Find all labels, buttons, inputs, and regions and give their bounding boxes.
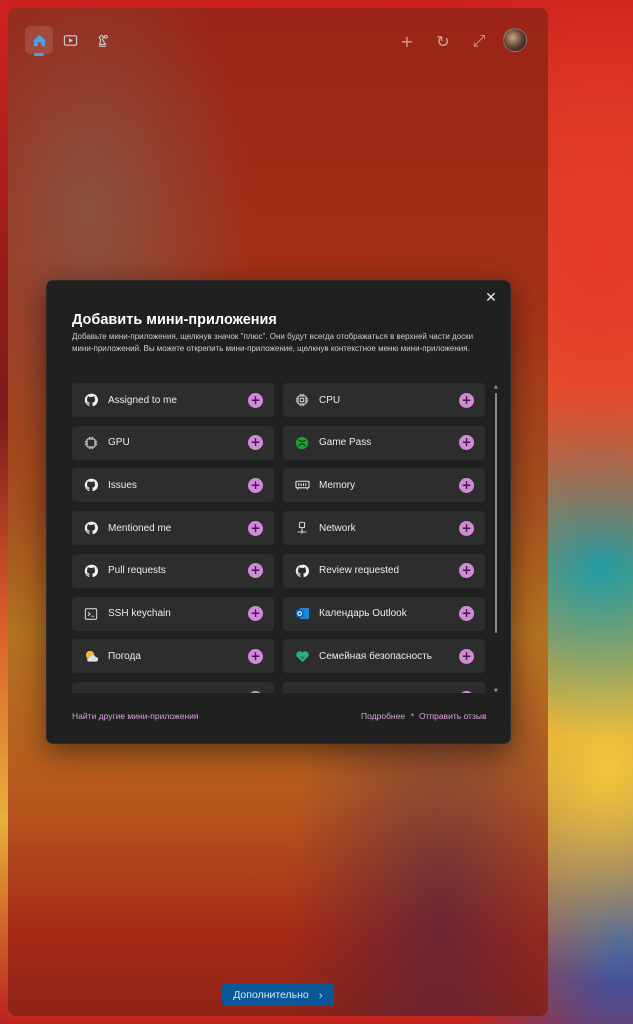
expand-button[interactable]: ⤢ <box>468 30 490 52</box>
widget-tile-label: Семейная безопасность <box>319 650 432 662</box>
widget-tile-label: SSH keychain <box>108 608 171 619</box>
widget-tile-label: Календарь Outlook <box>319 608 407 619</box>
find-more-link[interactable]: Найти другие мини-приложения <box>72 711 198 721</box>
widget-tile[interactable]: Погода + <box>72 639 274 674</box>
desktop-edge <box>0 0 8 1024</box>
add-widget-plus-icon[interactable]: + <box>459 392 474 408</box>
widget-tile[interactable]: Issues + <box>72 468 274 503</box>
github-icon <box>83 392 99 408</box>
widget-tile-label: Review requested <box>319 565 400 577</box>
widget-tile-label: Issues <box>108 479 137 491</box>
widget-tile-label: Pull requests <box>108 565 166 577</box>
add-widget-plus-icon[interactable]: + <box>248 520 263 536</box>
scroll-down-icon[interactable]: ▼ <box>494 689 498 694</box>
footer-separator: • <box>410 711 416 721</box>
add-widget-plus-icon[interactable]: + <box>459 691 474 693</box>
github-icon <box>83 563 99 579</box>
memory-icon <box>294 477 310 493</box>
add-icon: + <box>400 31 414 51</box>
expand-icon: ⤢ <box>472 31 486 50</box>
add-widget-plus-icon[interactable]: + <box>459 648 474 664</box>
add-widget-plus-icon[interactable]: + <box>459 477 474 493</box>
partial-icon <box>83 691 99 693</box>
widget-tile[interactable]: GPU + <box>72 425 274 460</box>
dialog-description: Добавьте мини-приложения, щелкнув значок… <box>72 332 474 353</box>
add-widget-button[interactable]: + <box>396 30 418 52</box>
widget-list: Assigned to me + CPU + GPU + Game Pass + Issues +… <box>72 383 502 693</box>
widget-tile-label: Погода <box>108 650 141 662</box>
widget-tile[interactable]: Network + <box>283 511 485 546</box>
widget-tile[interactable]: + <box>72 681 274 693</box>
add-widget-plus-icon[interactable]: + <box>248 392 263 408</box>
widget-tile-label: Network <box>319 522 356 534</box>
refresh-button[interactable]: ↻ <box>432 30 454 52</box>
avatar[interactable] <box>503 28 527 52</box>
board-toolbar: + ↻ ⤢ <box>8 8 548 68</box>
add-widget-plus-icon[interactable]: + <box>248 691 263 693</box>
home-icon <box>33 34 45 46</box>
outlook-icon <box>294 606 310 622</box>
add-widget-plus-icon[interactable]: + <box>459 520 474 536</box>
network-icon <box>294 520 310 536</box>
add-widget-plus-icon[interactable]: + <box>248 606 263 621</box>
add-widgets-dialog: ✕ Добавить мини-приложения Добавьте мини… <box>46 280 511 744</box>
feedback-link[interactable]: Отправить отзыв <box>419 711 486 721</box>
add-widget-plus-icon[interactable]: + <box>248 435 263 451</box>
partial-icon <box>294 691 310 693</box>
widget-tile[interactable]: + <box>283 681 485 693</box>
weather-icon <box>83 648 99 664</box>
widget-tile[interactable]: Memory + <box>283 468 485 503</box>
github-icon <box>294 563 310 579</box>
widget-tile-label: GPU <box>108 437 130 449</box>
more-button[interactable]: Дополнительно › <box>222 983 334 1006</box>
scroll-thumb[interactable] <box>495 393 497 633</box>
widget-tile[interactable]: Семейная безопасность + <box>283 639 485 674</box>
github-icon <box>83 477 99 493</box>
github-icon <box>83 520 99 536</box>
gpu-icon <box>83 435 99 451</box>
add-widget-plus-icon[interactable]: + <box>248 563 263 579</box>
games-tab[interactable] <box>88 26 116 54</box>
widget-tile[interactable]: Assigned to me + <box>72 383 274 417</box>
widget-tile-label: Mentioned me <box>108 522 172 534</box>
add-widget-plus-icon[interactable]: + <box>459 563 474 579</box>
widget-tile-label: Memory <box>319 479 356 491</box>
scroll-up-icon[interactable]: ▲ <box>494 385 498 390</box>
widget-tile[interactable]: Game Pass + <box>283 425 485 460</box>
widget-tile[interactable]: CPU + <box>283 383 485 417</box>
play-icon <box>63 34 77 46</box>
widget-tile-label: Assigned to me <box>108 394 177 406</box>
video-tab[interactable] <box>56 26 84 54</box>
refresh-icon: ↻ <box>436 31 450 51</box>
scrollbar[interactable]: ▲ ▼ <box>494 385 498 694</box>
widget-tile-label: Game Pass <box>319 437 372 449</box>
terminal-icon <box>83 606 99 622</box>
more-button-label: Дополнительно <box>233 988 309 1001</box>
add-widget-plus-icon[interactable]: + <box>459 435 474 451</box>
family-safety-icon <box>294 648 310 664</box>
add-widget-plus-icon[interactable]: + <box>248 477 263 493</box>
close-button[interactable]: ✕ <box>482 289 500 307</box>
dialog-title: Добавить мини-приложения <box>72 312 277 328</box>
chess-icon <box>98 34 108 47</box>
widget-tile[interactable]: Mentioned me + <box>72 511 274 546</box>
home-tab[interactable] <box>25 26 53 56</box>
add-widget-plus-icon[interactable]: + <box>248 648 263 664</box>
widget-tile[interactable]: Pull requests + <box>72 553 274 588</box>
cpu-icon <box>294 392 310 408</box>
widget-tile-label: CPU <box>319 394 341 406</box>
widget-tile[interactable]: Календарь Outlook + <box>283 596 485 631</box>
chevron-right-icon: › <box>318 987 323 1002</box>
widget-tile[interactable]: Review requested + <box>283 553 485 588</box>
add-widget-plus-icon[interactable]: + <box>459 606 474 621</box>
xbox-icon <box>294 435 310 451</box>
close-icon: ✕ <box>485 290 497 306</box>
learn-more-link[interactable]: Подробнее <box>361 711 405 721</box>
widget-tile[interactable]: SSH keychain + <box>72 596 274 631</box>
